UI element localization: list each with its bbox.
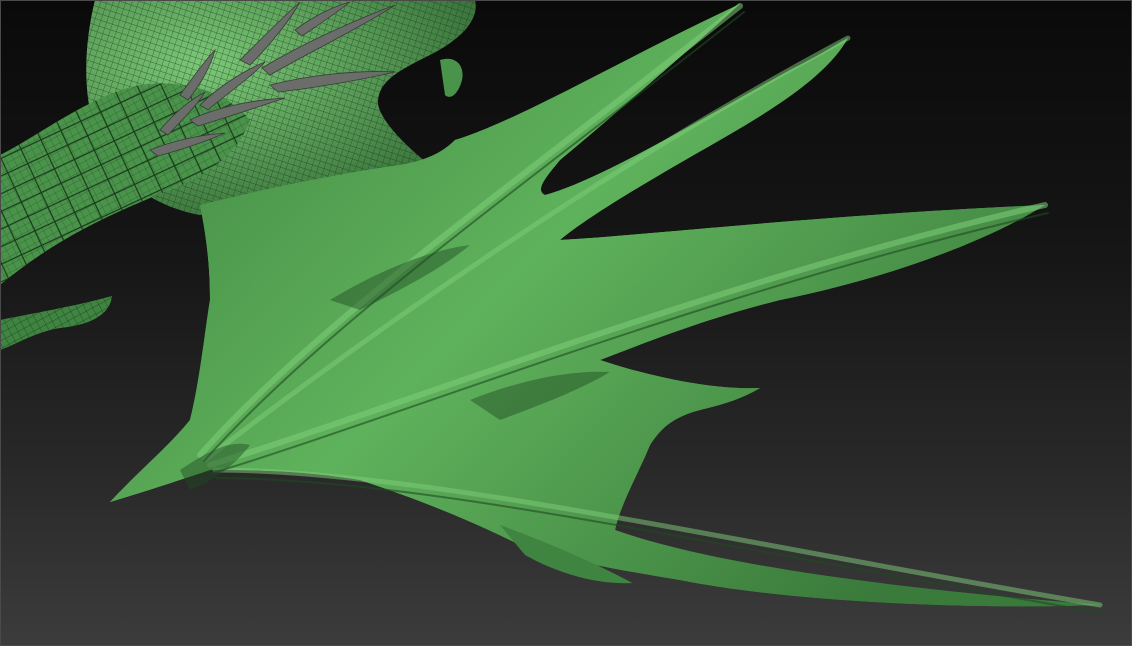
shoulder-flap <box>440 58 463 97</box>
wing-mesh-render[interactable] <box>0 0 1132 646</box>
3d-viewport[interactable] <box>0 0 1132 646</box>
